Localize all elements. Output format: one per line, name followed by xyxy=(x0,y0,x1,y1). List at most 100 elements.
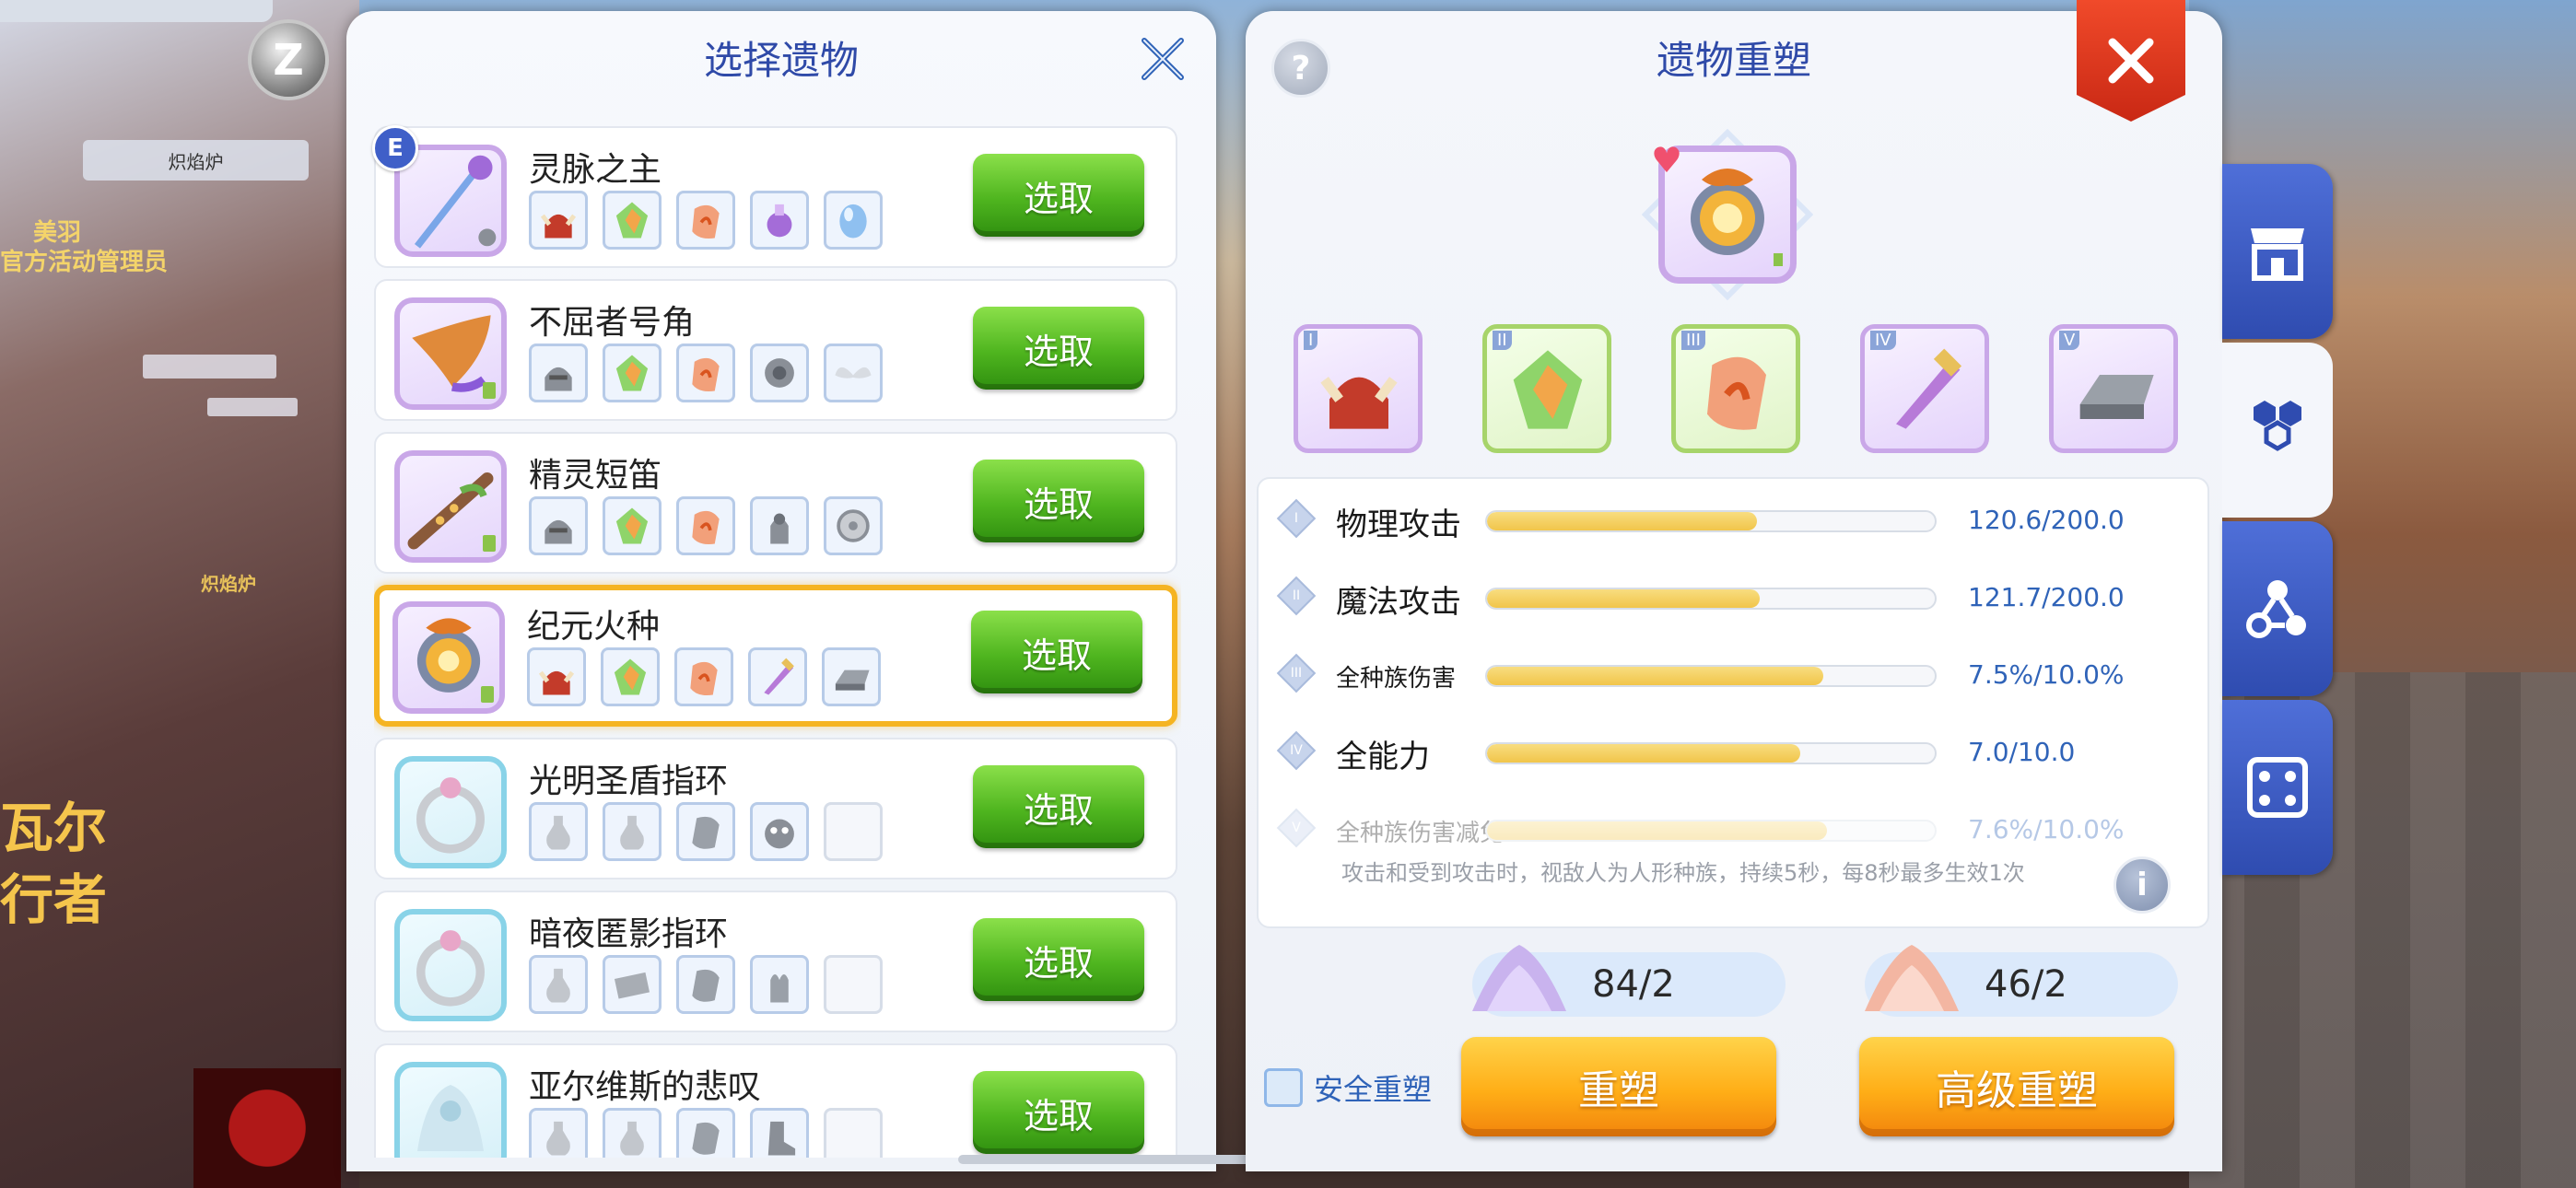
orange-stone-icon xyxy=(674,647,733,706)
link-tab[interactable] xyxy=(2222,521,2333,696)
relic-icon xyxy=(394,1062,507,1158)
part-numeral: IV xyxy=(1870,331,1896,350)
part-numeral: V xyxy=(2059,331,2080,350)
relic-name: 光明圣盾指环 xyxy=(529,763,729,800)
orange-stone-icon xyxy=(676,496,735,555)
select-button[interactable]: 选取 xyxy=(973,1071,1144,1154)
stat-row: II 魔法攻击 121.7/200.0 xyxy=(1259,569,2211,624)
orange-stone-icon xyxy=(676,344,735,402)
select-button[interactable]: 选取 xyxy=(973,460,1144,542)
relic-slots xyxy=(529,802,883,861)
select-button[interactable]: 选取 xyxy=(973,765,1144,848)
red-helm-icon xyxy=(1315,345,1403,437)
relic-name: 灵脉之主 xyxy=(529,151,662,189)
close-icon[interactable] xyxy=(1139,35,1187,83)
green-crystal-icon xyxy=(603,344,662,402)
relic-part-slot[interactable]: IV xyxy=(1860,324,1989,453)
grade-marker xyxy=(483,382,496,399)
relic-card[interactable]: 不屈者号角 选取 xyxy=(374,279,1177,421)
gray-stone-icon xyxy=(676,1108,735,1158)
stat-numeral: IV xyxy=(1290,743,1303,758)
stat-progress-bar xyxy=(1485,588,1937,610)
select-button[interactable]: 选取 xyxy=(971,611,1142,693)
stat-progress-bar xyxy=(1485,665,1937,687)
relic-name: 暗夜匿影指环 xyxy=(529,915,729,953)
stat-label: 全能力 xyxy=(1336,739,1430,775)
relic-card[interactable]: 精灵短笛 选取 xyxy=(374,432,1177,574)
relic-part-slot[interactable]: I xyxy=(1294,324,1423,453)
gray-armor-icon xyxy=(750,344,809,402)
relic-name: 纪元火种 xyxy=(527,608,661,646)
relic-part-slot[interactable]: V xyxy=(2049,324,2178,453)
gray-disc-icon xyxy=(824,496,883,555)
reforge-button[interactable]: 重塑 xyxy=(1461,1037,1776,1136)
relic-card[interactable]: 纪元火种 选取 xyxy=(374,585,1177,727)
info-button[interactable]: i xyxy=(2113,856,2171,914)
stat-progress-fill xyxy=(1487,821,1828,840)
stat-row: I 物理攻击 120.6/200.0 xyxy=(1259,492,2211,547)
relic-card[interactable]: 暗夜匿影指环 选取 xyxy=(374,891,1177,1032)
purple-dust-icon xyxy=(1472,945,1566,1011)
red-helm-icon xyxy=(527,647,586,706)
select-button[interactable]: 选取 xyxy=(973,918,1144,1001)
green-crystal-icon xyxy=(1504,345,1592,437)
edge-text-2: 行者 xyxy=(0,868,108,931)
gray-helm-icon xyxy=(529,496,588,555)
purple-dagger-icon xyxy=(748,647,807,706)
gray-helm-icon xyxy=(529,344,588,402)
relic-card[interactable]: 灵脉之主 选取 xyxy=(374,126,1177,268)
stat-numeral: II xyxy=(1292,588,1301,603)
green-crystal-icon xyxy=(603,191,662,250)
stat-label: 全种族伤害 xyxy=(1336,665,1457,693)
cost-amount-1: 84/2 xyxy=(1592,963,1675,1006)
relic-card[interactable]: 亚尔维斯的悲叹 选取 xyxy=(374,1043,1177,1158)
flute-icon xyxy=(394,450,507,563)
relic-name: 不屈者号角 xyxy=(529,304,696,342)
dice-tab[interactable] xyxy=(2222,700,2333,875)
gray-bottle-icon xyxy=(529,955,588,1014)
part-numeral: I xyxy=(1304,331,1318,350)
dragon-emblem xyxy=(193,1068,341,1188)
horn-icon xyxy=(394,297,507,410)
favorite-heart-icon[interactable]: ♥ xyxy=(1651,140,1682,181)
blue-orb-icon xyxy=(824,191,883,250)
stat-numeral: V xyxy=(1292,821,1301,835)
cost-material-2: 46/2 xyxy=(1865,945,2178,1017)
select-button[interactable]: 选取 xyxy=(973,307,1144,390)
gray-bottle-icon xyxy=(603,802,662,861)
gray-bottle-icon xyxy=(529,1108,588,1158)
safe-reforge-checkbox[interactable] xyxy=(1264,1068,1303,1107)
dice-icon xyxy=(2247,757,2308,818)
z-button[interactable]: Z xyxy=(252,23,325,97)
relic-tab[interactable] xyxy=(2222,343,2333,518)
npc-role: 官方活动管理员 xyxy=(0,249,169,276)
orange-stone-icon xyxy=(1692,345,1781,437)
relic-slots xyxy=(529,496,883,555)
advanced-reforge-button[interactable]: 高级重塑 xyxy=(1859,1037,2174,1136)
stat-row: V 全种族伤害减免 7.6%/10.0% xyxy=(1259,801,2211,856)
effect-description: 攻击和受到攻击时，视敌人为人形种族，持续5秒，每8秒最多生效1次 xyxy=(1341,860,2025,886)
relic-list[interactable]: 灵脉之主 选取 不屈者号角 选取 精灵短笛 选取 纪元火种 选取 光明圣盾指环 选取 暗夜匿影指环选… xyxy=(374,126,1181,1158)
safe-reforge-label: 安全重塑 xyxy=(1314,1072,1433,1107)
stat-progress-fill xyxy=(1487,744,1801,763)
relic-part-slot[interactable]: II xyxy=(1482,324,1611,453)
gray-brick-icon xyxy=(603,955,662,1014)
stat-progress-fill xyxy=(1487,589,1760,608)
stat-value: 7.6%/10.0% xyxy=(1968,814,2125,844)
gray-bottle-icon xyxy=(529,802,588,861)
fire-relic-icon xyxy=(392,601,505,714)
gray-stone-icon xyxy=(676,955,735,1014)
scene-sign-1 xyxy=(143,355,276,379)
relic-part-slot[interactable]: III xyxy=(1671,324,1800,453)
grade-marker xyxy=(481,686,494,703)
stat-progress-bar xyxy=(1485,742,1937,764)
shop-tab[interactable] xyxy=(2222,164,2333,339)
stat-progress-bar xyxy=(1485,510,1937,532)
gray-beast-icon xyxy=(750,802,809,861)
safe-reforge-toggle[interactable]: 安全重塑 xyxy=(1264,1066,1432,1109)
stat-label: 物理攻击 xyxy=(1336,507,1461,543)
relic-card[interactable]: 光明圣盾指环 选取 xyxy=(374,738,1177,879)
npc-sign[interactable]: 炽焰炉 xyxy=(83,140,309,181)
wings-icon xyxy=(824,344,883,402)
select-button[interactable]: 选取 xyxy=(973,154,1144,237)
